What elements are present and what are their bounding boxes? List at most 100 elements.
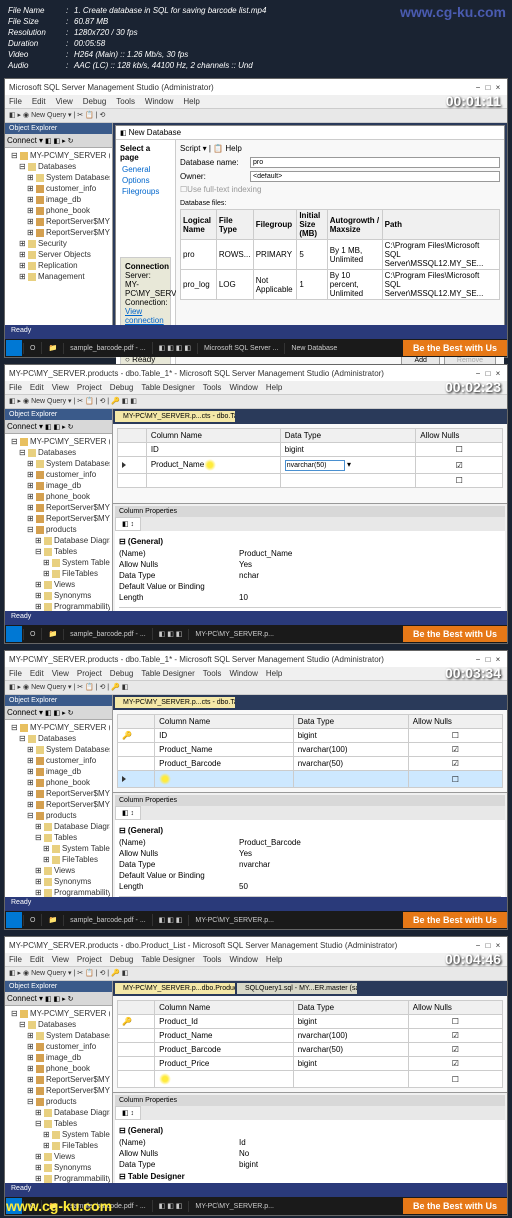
server-node[interactable]: ⊟ MY-PC\MY_SERVER (SQL Server 12.0.2... xyxy=(7,150,110,161)
taskbar-item[interactable]: MY-PC\MY_SERVER.p... xyxy=(188,629,280,640)
databases-node[interactable]: ⊟ Databases xyxy=(7,733,110,744)
table-row[interactable]: pro_logLOGNot Applicable1By 10 percent, … xyxy=(181,270,500,300)
db-node[interactable]: ⊞ customer_info xyxy=(7,1041,110,1052)
object-explorer[interactable]: Object Explorer Connect ▾ ◧ ◧ ▸ ↻ ⊟ MY-P… xyxy=(5,981,113,1197)
menu-tools[interactable]: Tools xyxy=(203,383,222,392)
toolbar[interactable]: ◧ ▸ ◉ New Query ▾ | ✂ 📋 | ⟲ xyxy=(5,109,507,123)
menu-tools[interactable]: Tools xyxy=(116,97,135,106)
db-node[interactable]: ⊞ phone_book xyxy=(7,205,110,216)
taskbar[interactable]: O📁 sample_barcode.pdf - ...◧ ◧ ◧ MY-PC\M… xyxy=(5,911,507,929)
security-node[interactable]: ⊞ Security xyxy=(7,238,110,249)
server-node[interactable]: ⊟ MY-PC\MY_SERVER (SQL Server 12.0.2000 … xyxy=(7,722,110,733)
table-row[interactable]: ☐ xyxy=(118,474,503,488)
folder-node[interactable]: ⊞ Views xyxy=(7,865,110,876)
prop-row[interactable]: (Name)Id xyxy=(119,1137,501,1148)
prop-section[interactable]: ⊟ (General) xyxy=(119,824,501,837)
page-filegroups[interactable]: Filegroups xyxy=(120,186,171,197)
document-tab[interactable]: MY-PC\MY_SERVER.p...dbo.Product_List × xyxy=(115,983,235,994)
server-tree[interactable]: ⊟ MY-PC\MY_SERVER (SQL Server 12.0.2000 … xyxy=(5,720,112,911)
start-button[interactable] xyxy=(6,912,22,928)
menu-file[interactable]: File xyxy=(9,383,22,392)
datatype-input[interactable] xyxy=(285,460,345,471)
prop-row[interactable]: Data Typenchar xyxy=(119,570,501,581)
object-explorer[interactable]: Object Explorer Connect ▾ ◧ ◧ ▸ ↻ ⊟ MY-P… xyxy=(5,123,113,339)
taskbar-item[interactable]: New Database xyxy=(284,343,343,354)
folder-node[interactable]: ⊟ Tables xyxy=(7,1118,110,1129)
prop-row[interactable]: Default Value or Binding xyxy=(119,870,501,881)
script-button[interactable]: Script ▾ xyxy=(180,144,207,153)
folder-node[interactable]: ⊞ FileTables xyxy=(7,568,110,579)
folder-node[interactable]: ⊞ Database Diagrams xyxy=(7,535,110,546)
server-tree[interactable]: ⊟ MY-PC\MY_SERVER (SQL Server 12.0.2000 … xyxy=(5,1006,112,1197)
prop-section[interactable]: ⊟ (General) xyxy=(119,1124,501,1137)
column-properties[interactable]: Column Properties ◧ ↕ ⊟ (General)(Name)P… xyxy=(113,503,507,625)
taskbar[interactable]: O📁 sample_barcode.pdf - ... ◧ ◧ ◧ ◧ Micr… xyxy=(5,339,507,357)
folder-node[interactable]: ⊞ Synonyms xyxy=(7,876,110,887)
db-node[interactable]: ⊟ products xyxy=(7,1096,110,1107)
folder-node[interactable]: ⊞ FileTables xyxy=(7,1140,110,1151)
connect-toolbar[interactable]: Connect ▾ ◧ ◧ ▸ ↻ xyxy=(5,134,112,148)
db-node[interactable]: ⊞ image_db xyxy=(7,480,110,491)
sysdb-node[interactable]: ⊞ System Databases xyxy=(7,744,110,755)
db-node[interactable]: ⊞ customer_info xyxy=(7,183,110,194)
table-row[interactable]: Product_Barcodenvarchar(50)☑ xyxy=(118,1043,503,1057)
db-node[interactable]: ⊞ ReportServer$MY_SERVER xyxy=(7,1074,110,1085)
table-row[interactable]: ☐ xyxy=(118,1071,503,1088)
object-explorer[interactable]: Object Explorer Connect ▾ ◧ ◧ ▸ ↻ ⊟ MY-P… xyxy=(5,695,113,911)
folder-node[interactable]: ⊞ Synonyms xyxy=(7,1162,110,1173)
document-tab[interactable]: SQLQuery1.sql - MY...ER.master (sa (53)) xyxy=(237,983,357,994)
server-objects-node[interactable]: ⊞ Server Objects xyxy=(7,249,110,260)
menu-edit[interactable]: Edit xyxy=(32,97,46,106)
replication-node[interactable]: ⊞ Replication xyxy=(7,260,110,271)
menu-help[interactable]: Help xyxy=(266,383,282,392)
menu-view[interactable]: View xyxy=(52,383,69,392)
table-row[interactable]: Product_Pricebigint☑ xyxy=(118,1057,503,1071)
page-options[interactable]: Options xyxy=(120,175,171,186)
window-controls[interactable]: −□× xyxy=(473,655,503,664)
folder-node[interactable]: ⊞ Database Diagrams xyxy=(7,821,110,832)
sysdb-node[interactable]: ⊞ System Databases xyxy=(7,458,110,469)
menu-view[interactable]: View xyxy=(56,97,73,106)
db-node[interactable]: ⊞ phone_book xyxy=(7,777,110,788)
prop-row[interactable]: Length50 xyxy=(119,881,501,892)
prop-section[interactable]: ⊟ Table Designer xyxy=(119,1170,501,1183)
taskbar[interactable]: O📁 sample_barcode.pdf - ...◧ ◧ ◧ MY-PC\M… xyxy=(5,625,507,643)
folder-node[interactable]: ⊞ Synonyms xyxy=(7,590,110,601)
menu-bar[interactable]: File Edit View Debug Tools Window Help xyxy=(5,95,507,109)
document-tab[interactable]: MY-PC\MY_SERVER.p...cts - dbo.Table_1* × xyxy=(115,697,235,708)
db-node[interactable]: ⊟ products xyxy=(7,524,110,535)
folder-node[interactable]: ⊞ FileTables xyxy=(7,854,110,865)
prop-row[interactable]: Allow NullsYes xyxy=(119,848,501,859)
table-row[interactable]: 🔑IDbigint☐ xyxy=(118,729,503,743)
db-node[interactable]: ⊞ ReportServer$MY_SERVER xyxy=(7,502,110,513)
prop-row[interactable]: Data Typebigint xyxy=(119,1159,501,1170)
folder-node[interactable]: ⊟ Tables xyxy=(7,832,110,843)
menu-project[interactable]: Project xyxy=(77,383,102,392)
management-node[interactable]: ⊞ Management xyxy=(7,271,110,282)
window-controls[interactable]: −□× xyxy=(473,83,503,92)
db-node[interactable]: ⊞ ReportServer$MY_SERVERTempDB xyxy=(7,799,110,810)
folder-node[interactable]: ⊞ Database Diagrams xyxy=(7,1107,110,1118)
table-row[interactable]: Product_Barcodenvarchar(50)☑ xyxy=(118,757,503,771)
start-button[interactable] xyxy=(6,626,22,642)
menu-edit[interactable]: Edit xyxy=(30,383,44,392)
table-designer[interactable]: Column NameData TypeAllow Nulls IDbigint… xyxy=(117,428,503,488)
table-row[interactable]: proROWS...PRIMARY5By 1 MB, UnlimitedC:\P… xyxy=(181,240,500,270)
table-row[interactable]: 🔑Product_Idbigint☐ xyxy=(118,1015,503,1029)
db-node[interactable]: ⊞ ReportServer$MY_SERVERTempDB xyxy=(7,513,110,524)
dbname-input[interactable] xyxy=(250,157,500,168)
prop-row[interactable]: Length10 xyxy=(119,592,501,603)
dbfiles-table[interactable]: Logical Name File Type Filegroup Initial… xyxy=(180,209,500,300)
toolbar[interactable]: ◧ ▸ ◉ New Query ▾ | ✂ 📋 | ⟲ | 🔑 ◧ xyxy=(5,681,507,695)
server-node[interactable]: ⊟ MY-PC\MY_SERVER (SQL Server 12.0.2000 … xyxy=(7,1008,110,1019)
folder-node[interactable]: ⊞ System Tables xyxy=(7,557,110,568)
prop-section[interactable]: ⊟ (General) xyxy=(119,535,501,548)
db-node[interactable]: ⊞ image_db xyxy=(7,766,110,777)
prop-row[interactable]: Allow NullsNo xyxy=(119,1148,501,1159)
db-node[interactable]: ⊞ customer_info xyxy=(7,469,110,480)
prop-row[interactable]: Default Value or Binding xyxy=(119,581,501,592)
folder-node[interactable]: ⊞ Views xyxy=(7,579,110,590)
db-node[interactable]: ⊞ ReportServer$MY_SERVER xyxy=(7,216,110,227)
db-node[interactable]: ⊞ ReportServer$MY_SERVER xyxy=(7,788,110,799)
server-node[interactable]: ⊟ MY-PC\MY_SERVER (SQL Server 12.0.2000 … xyxy=(7,436,110,447)
